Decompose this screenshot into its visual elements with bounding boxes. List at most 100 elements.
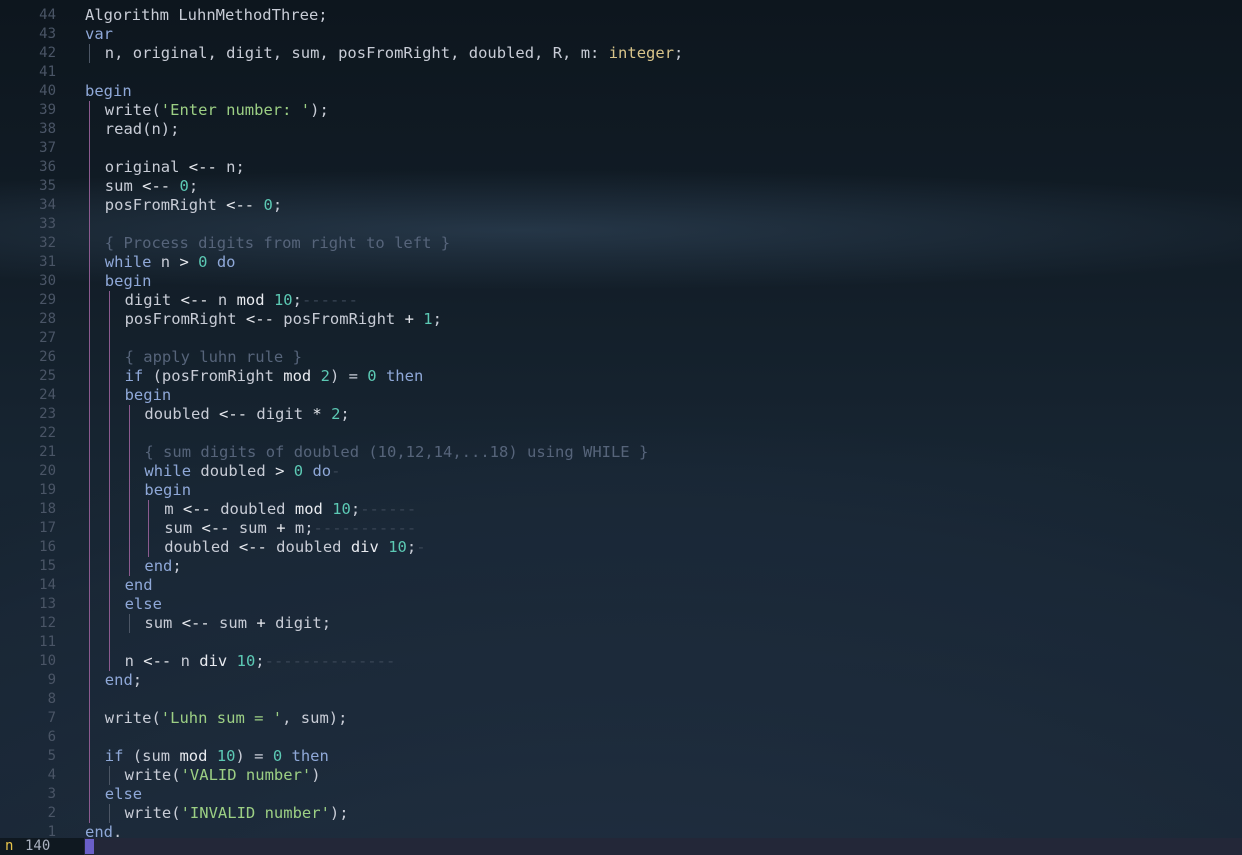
code-token: do bbox=[312, 462, 332, 480]
code-line[interactable]: 28 posFromRight <-- posFromRight + 1; bbox=[0, 310, 1242, 329]
code-token: sum bbox=[104, 177, 143, 195]
code-token: ; bbox=[432, 310, 442, 328]
code-line[interactable]: 17 sum <-- sum + m;----------- bbox=[0, 519, 1242, 538]
code-token: 10 bbox=[273, 291, 293, 309]
line-number: 6 bbox=[47, 729, 56, 745]
indent-guide bbox=[89, 614, 90, 633]
code-token: 2 bbox=[331, 405, 341, 423]
code-line[interactable]: 8 bbox=[0, 690, 1242, 709]
indent-guide bbox=[89, 671, 90, 690]
code-line[interactable]: 18 m <-- doubled mod 10;------ bbox=[0, 500, 1242, 519]
code-line[interactable]: 4 write('VALID number') bbox=[0, 766, 1242, 785]
indent-guide bbox=[89, 633, 90, 652]
indent-guide bbox=[89, 557, 90, 576]
code-line[interactable]: 39 write('Enter number: '); bbox=[0, 101, 1242, 120]
line-content: posFromRight <-- 0; bbox=[105, 196, 282, 215]
code-line[interactable]: 29 digit <-- n mod 10;------ bbox=[0, 291, 1242, 310]
code-line[interactable]: 40 begin bbox=[0, 82, 1242, 101]
code-token: write( bbox=[124, 804, 181, 822]
line-number: 27 bbox=[39, 330, 56, 346]
code-token: doubled bbox=[266, 538, 351, 556]
code-token: mod bbox=[236, 291, 265, 309]
code-line[interactable]: 20 while doubled > 0 do- bbox=[0, 462, 1242, 481]
code-line[interactable]: 33 bbox=[0, 215, 1242, 234]
code-line[interactable]: 42 n, original, digit, sum, posFromRight,… bbox=[0, 44, 1242, 63]
code-line[interactable]: 6 bbox=[0, 728, 1242, 747]
indent-guide bbox=[89, 519, 90, 538]
line-content: Algorithm LuhnMethodThree; bbox=[85, 6, 328, 25]
line-content: doubled <-- doubled div 10;- bbox=[164, 538, 425, 557]
line-number: 31 bbox=[39, 254, 56, 270]
code-line[interactable]: 19 begin bbox=[0, 481, 1242, 500]
code-line[interactable]: 24 begin bbox=[0, 386, 1242, 405]
code-line[interactable]: 44 Algorithm LuhnMethodThree; bbox=[0, 6, 1242, 25]
indent-guide bbox=[89, 595, 90, 614]
line-number: 28 bbox=[39, 311, 56, 327]
code-line[interactable]: 30 begin bbox=[0, 272, 1242, 291]
code-line[interactable]: 36 original <-- n; bbox=[0, 158, 1242, 177]
code-line[interactable]: 13 else bbox=[0, 595, 1242, 614]
code-line[interactable]: 25 if (posFromRight mod 2) = 0 then bbox=[0, 367, 1242, 386]
code-line[interactable]: 23 doubled <-- digit * 2; bbox=[0, 405, 1242, 424]
code-line[interactable]: 41 bbox=[0, 63, 1242, 82]
code-line[interactable]: 7 write('Luhn sum = ', sum); bbox=[0, 709, 1242, 728]
indent-guide bbox=[128, 614, 130, 633]
code-token: posFromRight bbox=[124, 310, 246, 328]
code-line[interactable]: 5 if (sum mod 10) = 0 then bbox=[0, 747, 1242, 766]
line-content: end; bbox=[144, 557, 181, 576]
code-token: <-- bbox=[238, 538, 267, 556]
code-token: 10 bbox=[216, 747, 236, 765]
code-token: 'Luhn sum = ' bbox=[160, 709, 283, 727]
code-line[interactable]: 9 end; bbox=[0, 671, 1242, 690]
indent-guide bbox=[148, 519, 150, 538]
line-number: 36 bbox=[39, 159, 56, 175]
code-line[interactable]: 27 bbox=[0, 329, 1242, 348]
code-line[interactable]: 21 { sum digits of doubled (10,12,14,...1… bbox=[0, 443, 1242, 462]
line-number: 19 bbox=[39, 482, 56, 498]
indent-guide bbox=[89, 44, 90, 63]
code-line[interactable]: 31 while n > 0 do bbox=[0, 253, 1242, 272]
indent-guide bbox=[128, 500, 130, 519]
code-line[interactable]: 16 doubled <-- doubled div 10;- bbox=[0, 538, 1242, 557]
line-number: 23 bbox=[39, 406, 56, 422]
code-line[interactable]: 22 bbox=[0, 424, 1242, 443]
code-line[interactable]: 15 end; bbox=[0, 557, 1242, 576]
code-line[interactable]: 3 else bbox=[0, 785, 1242, 804]
code-token: write( bbox=[124, 766, 181, 784]
code-line[interactable]: 2 write('INVALID number'); bbox=[0, 804, 1242, 823]
code-line[interactable]: 26 { apply luhn rule } bbox=[0, 348, 1242, 367]
code-token: 0 bbox=[272, 747, 283, 765]
line-number: 24 bbox=[39, 387, 56, 403]
indent-guide bbox=[89, 215, 90, 234]
code-line[interactable]: 37 bbox=[0, 139, 1242, 158]
code-line[interactable]: 11 bbox=[0, 633, 1242, 652]
line-content: sum <-- sum + m;----------- bbox=[164, 519, 416, 538]
code-line[interactable]: 43 var bbox=[0, 25, 1242, 44]
indent-guide bbox=[108, 405, 110, 424]
code-token: ) = bbox=[235, 747, 273, 765]
code-token: + bbox=[404, 310, 414, 328]
line-number: 41 bbox=[39, 64, 56, 80]
code-token: 0 bbox=[293, 462, 304, 480]
indent-guide bbox=[108, 538, 110, 557]
code-line[interactable]: 35 sum <-- 0; bbox=[0, 177, 1242, 196]
code-token: end bbox=[144, 557, 173, 575]
indent-guide bbox=[108, 348, 110, 367]
indent-guide bbox=[128, 519, 130, 538]
code-line[interactable]: 32 { Process digits from right to left } bbox=[0, 234, 1242, 253]
indent-guide bbox=[128, 405, 130, 424]
code-line[interactable]: 34 posFromRight <-- 0; bbox=[0, 196, 1242, 215]
indent-guide bbox=[89, 367, 90, 386]
code-line[interactable]: 14 end bbox=[0, 576, 1242, 595]
code-line[interactable]: 38 read(n); bbox=[0, 120, 1242, 139]
line-number: 39 bbox=[39, 102, 56, 118]
code-token: while bbox=[104, 253, 152, 271]
code-token: else bbox=[104, 785, 143, 803]
line-number: 9 bbox=[47, 672, 56, 688]
code-line[interactable]: 10 n <-- n div 10;-------------- bbox=[0, 652, 1242, 671]
code-line[interactable]: 12 sum <-- sum + digit; bbox=[0, 614, 1242, 633]
code-editor[interactable]: 44 Algorithm LuhnMethodThree; 43 var 42 n, or… bbox=[0, 6, 1242, 842]
